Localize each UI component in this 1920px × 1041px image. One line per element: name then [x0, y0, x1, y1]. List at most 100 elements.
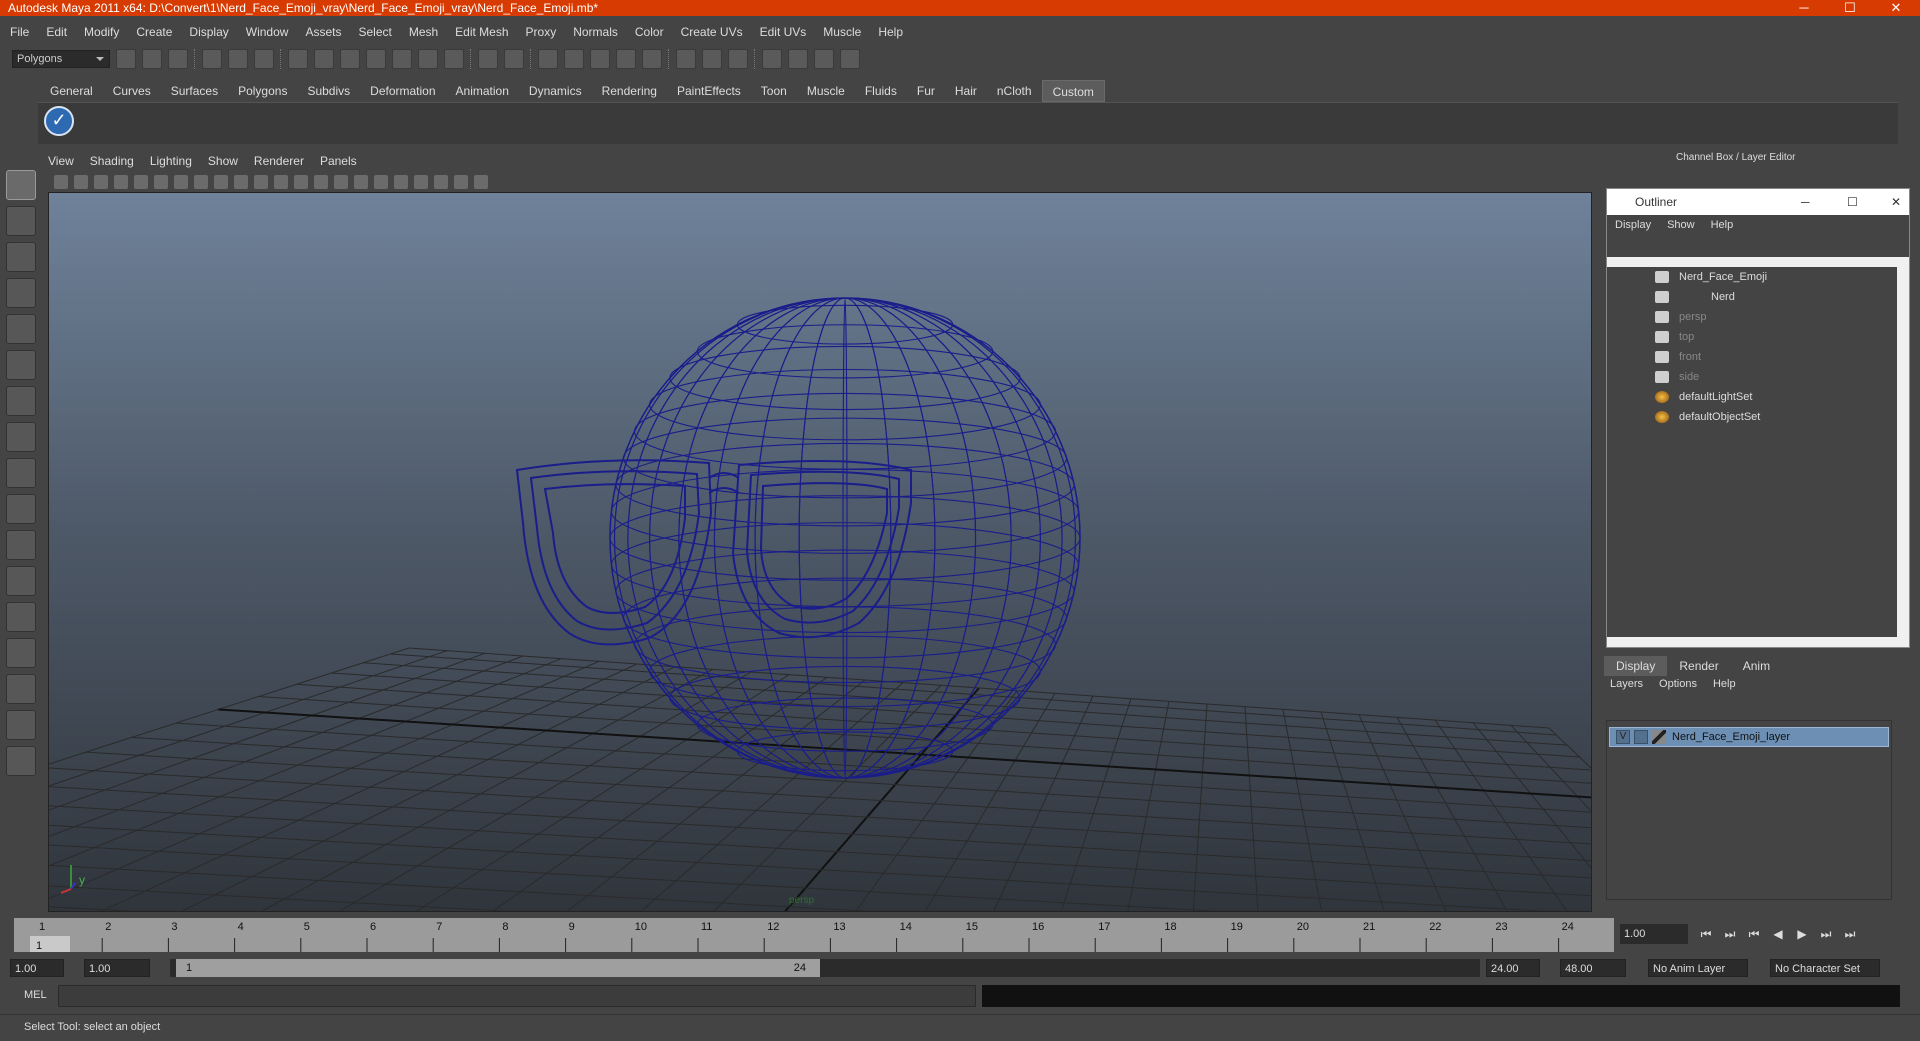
range-slider-handle[interactable]: 1 24 — [176, 959, 820, 977]
high-quality-icon[interactable] — [474, 175, 488, 189]
render-frame-icon[interactable] — [564, 49, 584, 69]
viewport-menu-panels[interactable]: Panels — [320, 154, 357, 168]
camera-select-icon[interactable] — [54, 175, 68, 189]
isolate-select-icon[interactable] — [414, 175, 428, 189]
layer-visibility-toggle[interactable]: V — [1616, 730, 1630, 744]
current-frame-field[interactable]: 1.00 — [1620, 924, 1688, 944]
safe-action-icon[interactable] — [254, 175, 268, 189]
modeling-toolkit-icon[interactable] — [840, 49, 860, 69]
anim-layer-dropdown[interactable]: No Anim Layer — [1648, 959, 1748, 977]
new-scene-icon[interactable] — [116, 49, 136, 69]
input-line-icon[interactable] — [676, 49, 696, 69]
shelf-tab-rendering[interactable]: Rendering — [592, 80, 667, 102]
nerd-face-emoji-mesh[interactable] — [609, 297, 1081, 779]
lasso-tool-icon[interactable] — [6, 206, 36, 236]
shelf-tab-ncloth[interactable]: nCloth — [987, 80, 1042, 102]
close-icon[interactable]: ✕ — [1874, 0, 1918, 16]
rotate-tool-icon[interactable] — [6, 314, 36, 344]
grid-icon[interactable] — [154, 175, 168, 189]
shelf-tab-fluids[interactable]: Fluids — [855, 80, 907, 102]
playback-button-icon[interactable]: ⏭ — [1838, 924, 1862, 944]
snap-live-icon[interactable] — [392, 49, 412, 69]
playback-button-icon[interactable]: ⏮ — [1694, 924, 1718, 944]
select-object-icon[interactable] — [228, 49, 248, 69]
shelf-tab-surfaces[interactable]: Surfaces — [161, 80, 228, 102]
bookmark-icon[interactable] — [94, 175, 108, 189]
viewport-menu-view[interactable]: View — [48, 154, 74, 168]
shelf-tab-painteffects[interactable]: PaintEffects — [667, 80, 751, 102]
shelf-tab-hair[interactable]: Hair — [945, 80, 987, 102]
gate-mask-icon[interactable] — [214, 175, 228, 189]
select-component-icon[interactable] — [254, 49, 274, 69]
outliner-item[interactable]: side — [1607, 367, 1887, 387]
wireframe-on-shaded-icon[interactable] — [334, 175, 348, 189]
open-scene-icon[interactable] — [142, 49, 162, 69]
playback-button-icon[interactable]: ▶ — [1790, 924, 1814, 944]
menu-select[interactable]: Select — [358, 25, 391, 39]
outliner-item[interactable]: persp — [1607, 307, 1887, 327]
snap-grid-icon[interactable] — [288, 49, 308, 69]
outliner-item[interactable]: Nerd_Face_Emoji — [1607, 267, 1887, 287]
dope-sheet-layout-icon[interactable] — [6, 710, 36, 740]
perspective-viewport[interactable]: y persp — [48, 192, 1592, 912]
viewport-menu-shading[interactable]: Shading — [90, 154, 134, 168]
menu-create[interactable]: Create — [136, 25, 172, 39]
outliner-item[interactable]: Nerd — [1607, 287, 1887, 307]
soft-mod-icon[interactable] — [6, 422, 36, 452]
help-icon[interactable] — [444, 49, 464, 69]
outliner-layout-icon[interactable] — [6, 602, 36, 632]
outliner-item[interactable]: front — [1607, 347, 1887, 367]
last-tool-icon[interactable] — [6, 494, 36, 524]
playback-button-icon[interactable]: ⏭ — [1814, 924, 1838, 944]
menu-display[interactable]: Display — [189, 25, 228, 39]
menu-normals[interactable]: Normals — [573, 25, 618, 39]
outliner-filter-field[interactable] — [1607, 235, 1909, 257]
resolution-gate-icon[interactable] — [194, 175, 208, 189]
ipr-render-icon[interactable] — [590, 49, 610, 69]
outliner-close-icon[interactable]: ✕ — [1891, 189, 1901, 215]
xray-icon[interactable] — [434, 175, 448, 189]
shadows-icon[interactable] — [394, 175, 408, 189]
lights-icon[interactable] — [374, 175, 388, 189]
menu-edit-uvs[interactable]: Edit UVs — [760, 25, 807, 39]
textured-icon[interactable] — [354, 175, 368, 189]
move-tool-icon[interactable] — [6, 278, 36, 308]
camera-attributes-icon[interactable] — [134, 175, 148, 189]
menu-edit[interactable]: Edit — [46, 25, 67, 39]
start-time-field[interactable]: 1.00 — [10, 959, 64, 977]
field-chart-icon[interactable] — [234, 175, 248, 189]
tool-settings-icon[interactable] — [762, 49, 782, 69]
viewport-menu-show[interactable]: Show — [208, 154, 238, 168]
layer-playback-toggle[interactable] — [1634, 730, 1648, 744]
single-view-layout-icon[interactable] — [6, 530, 36, 560]
layer-menu-options[interactable]: Options — [1659, 678, 1697, 690]
menu-color[interactable]: Color — [635, 25, 664, 39]
outliner-item[interactable]: defaultLightSet — [1607, 387, 1887, 407]
shelf-tab-toon[interactable]: Toon — [751, 80, 797, 102]
safe-title-icon[interactable] — [274, 175, 288, 189]
save-scene-icon[interactable] — [168, 49, 188, 69]
time-slider[interactable]: 1 2 3 4 5 6 7 8 9 10 11 12 13 14 15 16 17 18 19 20 21 22 23 24 1 — [14, 918, 1614, 952]
shelf-tab-subdivs[interactable]: Subdivs — [297, 80, 360, 102]
outliner-menu-help[interactable]: Help — [1711, 219, 1734, 231]
end-time-field[interactable]: 48.00 — [1560, 959, 1626, 977]
minimize-icon[interactable]: ─ — [1782, 0, 1826, 16]
playback-start-field[interactable]: 1.00 — [84, 959, 150, 977]
shelf-tab-deformation[interactable]: Deformation — [360, 80, 445, 102]
outliner-maximize-icon[interactable]: ☐ — [1847, 189, 1858, 215]
lock-icon[interactable] — [478, 49, 498, 69]
viewport-menu-renderer[interactable]: Renderer — [254, 154, 304, 168]
menu-file[interactable]: File — [10, 25, 29, 39]
hypershade-layout-icon[interactable] — [6, 674, 36, 704]
playback-button-icon[interactable]: ⏭ — [1718, 924, 1742, 944]
shelf-tab-polygons[interactable]: Polygons — [228, 80, 297, 102]
menu-edit-mesh[interactable]: Edit Mesh — [455, 25, 508, 39]
mel-input[interactable] — [58, 985, 976, 1007]
render-settings-icon[interactable] — [616, 49, 636, 69]
playback-button-icon[interactable]: ⏮ — [1742, 924, 1766, 944]
film-gate-icon[interactable] — [174, 175, 188, 189]
menu-mesh[interactable]: Mesh — [409, 25, 438, 39]
shelf-tab-animation[interactable]: Animation — [446, 80, 519, 102]
snap-curve-icon[interactable] — [314, 49, 334, 69]
playback-button-icon[interactable]: ◀ — [1766, 924, 1790, 944]
